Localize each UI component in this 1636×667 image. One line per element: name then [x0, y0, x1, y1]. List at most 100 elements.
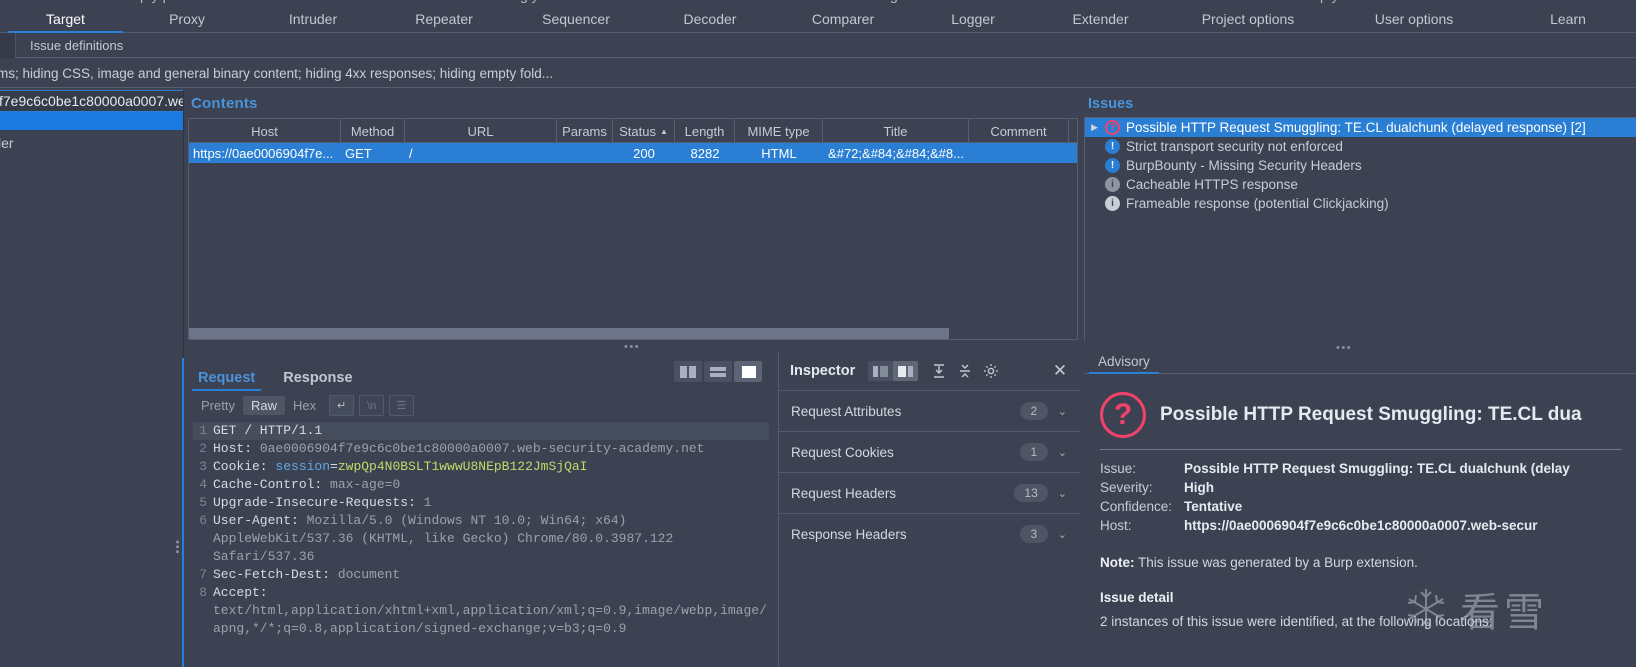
close-icon[interactable]: ✕	[1047, 358, 1073, 384]
column-header-url[interactable]: URL	[405, 119, 557, 143]
tab-extender[interactable]: Extender	[1035, 5, 1166, 33]
tab-sequencer[interactable]: Sequencer	[508, 5, 644, 33]
word-wrap-icon[interactable]: ↵	[329, 395, 355, 416]
dock-right-icon[interactable]	[893, 361, 919, 381]
close-glyph: ✕	[1052, 361, 1068, 380]
column-header-method[interactable]: Method	[341, 119, 405, 143]
cell-length: 8282	[690, 145, 720, 161]
expand-all-icon[interactable]	[926, 358, 952, 384]
gear-icon[interactable]	[978, 358, 1004, 384]
tab-label: Sequencer	[542, 11, 610, 27]
single-pane-icon[interactable]	[734, 361, 762, 382]
inspector-title: Inspector	[790, 363, 856, 379]
line-number: 7	[199, 567, 207, 582]
format-button-raw[interactable]: Raw	[242, 396, 285, 415]
issue-item[interactable]: ! BurpBounty - Missing Security Headers	[1085, 156, 1636, 175]
issue-label: Possible HTTP Request Smuggling: TE.CL d…	[1126, 120, 1586, 135]
editor-line: Safari/537.36	[193, 548, 769, 566]
chevron-down-icon[interactable]: ⌄	[1058, 446, 1067, 459]
issue-item[interactable]: i Cacheable HTTPS response	[1085, 175, 1636, 194]
view-layout-toggles	[674, 361, 762, 382]
cell-params	[557, 143, 613, 163]
column-header-status[interactable]: Status ▲	[613, 119, 675, 143]
column-header-params[interactable]: Params	[557, 119, 613, 143]
issue-item[interactable]: i Frameable response (potential Clickjack…	[1085, 194, 1636, 213]
tab-advisory[interactable]: Advisory	[1084, 354, 1164, 374]
inspector-row-request-cookies[interactable]: Request Cookies 1 ⌄	[779, 431, 1081, 472]
sitemap-selected-host[interactable]: f7e9c6c0be1c80000a0007.we	[0, 90, 184, 112]
format-button-hex[interactable]: Hex	[285, 396, 324, 415]
column-header-host[interactable]: Host	[189, 119, 341, 143]
tab-decoder[interactable]: Decoder	[646, 5, 774, 33]
editor-line: 7 Sec-Fetch-Dest: document	[193, 566, 769, 584]
contents-table[interactable]: Host Method URL Params Status ▲ Length MIME typ…	[188, 118, 1078, 340]
column-label: MIME type	[747, 123, 810, 139]
editor-line: 6 User-Agent: Mozilla/5.0 (Windows NT 10.…	[193, 512, 769, 530]
filter-bar-text: ms; hiding CSS, image and general binary…	[0, 65, 554, 81]
tab-learn[interactable]: Learn	[1500, 5, 1636, 33]
split-vertical-icon[interactable]	[674, 361, 702, 382]
issues-list[interactable]: ▶? Possible HTTP Request Smuggling: TE.CL…	[1084, 117, 1636, 341]
table-row[interactable]: https://0ae0006904f7e... GET / 200 8282 HTML &…	[189, 143, 1077, 163]
filter-bar[interactable]: ms; hiding CSS, image and general binary…	[0, 59, 1636, 88]
inspector-dock-toggles	[868, 361, 919, 381]
line-text: Accept:	[213, 585, 268, 600]
tab-label: Project options	[1201, 11, 1295, 27]
line-number	[193, 602, 213, 620]
scrollbar-thumb[interactable]	[189, 328, 949, 339]
tab-issue-definitions[interactable]: Issue definitions	[16, 33, 137, 58]
advisory-meta-row: Severity: High	[1100, 478, 1636, 497]
inspector-row-request-attributes[interactable]: Request Attributes 2 ⌄	[779, 390, 1081, 431]
sitemap-tree-pane[interactable]: f7e9c6c0be1c80000a0007.we ler	[0, 90, 184, 667]
chevron-down-icon[interactable]: ⌄	[1058, 487, 1067, 500]
tab-repeater[interactable]: Repeater	[382, 5, 506, 33]
line-number: 8	[199, 585, 207, 600]
tab-user-options[interactable]: User options	[1330, 5, 1498, 33]
editor-splitter-handle[interactable]: •••	[171, 540, 183, 555]
advisory-detail-text: 2 instances of this issue were identifie…	[1100, 614, 1493, 629]
tab-request[interactable]: Request	[184, 370, 269, 391]
line-text: Safari/537.36	[213, 549, 315, 564]
collapse-all-icon[interactable]	[952, 358, 978, 384]
tab-label: Intruder	[288, 11, 338, 27]
newline-icon[interactable]: \n	[359, 395, 385, 416]
sitemap-highlight-row[interactable]	[0, 112, 183, 130]
inspector-row-response-headers[interactable]: Response Headers 3 ⌄	[779, 513, 1081, 554]
expand-triangle-icon[interactable]: ▶	[1091, 122, 1105, 133]
advisory-section-title: Issue detail	[1100, 590, 1174, 605]
editor-line: 8 Accept:	[193, 584, 769, 602]
format-button-pretty[interactable]: Pretty	[193, 396, 243, 415]
sitemap-host-label: f7e9c6c0be1c80000a0007.we	[0, 93, 184, 109]
request-response-tabs: Request Response	[184, 363, 367, 391]
sitemap-child-item[interactable]: ler	[0, 135, 183, 151]
column-label: Params	[562, 123, 607, 139]
dock-left-icon[interactable]	[868, 361, 893, 381]
inspector-row-request-headers[interactable]: Request Headers 13 ⌄	[779, 472, 1081, 513]
column-header-mime-type[interactable]: MIME type	[735, 119, 823, 143]
advisory-heading-row: ? Possible HTTP Request Smuggling: TE.CL…	[1100, 392, 1636, 438]
table-horizontal-scrollbar[interactable]	[189, 328, 1077, 339]
tab-project-options[interactable]: Project options	[1168, 5, 1328, 33]
tab-comparer[interactable]: Comparer	[775, 5, 911, 33]
line-number: 5	[199, 495, 207, 510]
tab-proxy[interactable]: Proxy	[128, 5, 246, 33]
chevron-down-icon[interactable]: ⌄	[1058, 405, 1067, 418]
column-header-comment[interactable]: Comment	[969, 119, 1069, 143]
tab-intruder[interactable]: Intruder	[247, 5, 379, 33]
issue-item[interactable]: ! Strict transport security not enforced	[1085, 137, 1636, 156]
tab-target[interactable]: Target	[8, 5, 123, 34]
split-horizontal-icon[interactable]	[704, 361, 732, 382]
column-header-length[interactable]: Length	[675, 119, 735, 143]
list-lines-icon[interactable]: ☰	[389, 395, 415, 416]
table-header-row: Host Method URL Params Status ▲ Length MIME typ…	[189, 119, 1077, 143]
tab-response[interactable]: Response	[269, 370, 366, 391]
request-editor[interactable]: 1 GET / HTTP/1.1 2 Host: 0ae0006904f7e9c6c0…	[193, 422, 769, 667]
splitter-handle-contents[interactable]: •••	[624, 342, 640, 353]
line-text: AppleWebKit/537.36 (KHTML, like Gecko) C…	[213, 531, 674, 546]
issue-item[interactable]: ▶? Possible HTTP Request Smuggling: TE.CL…	[1085, 118, 1636, 137]
chevron-down-icon[interactable]: ⌄	[1058, 528, 1067, 541]
column-header-title[interactable]: Title	[823, 119, 969, 143]
issue-label: BurpBounty - Missing Security Headers	[1126, 158, 1362, 173]
tab-logger[interactable]: Logger	[913, 5, 1033, 33]
line-text: Host: 0ae0006904f7e9c6c0be1c80000a0007.w…	[213, 441, 705, 456]
